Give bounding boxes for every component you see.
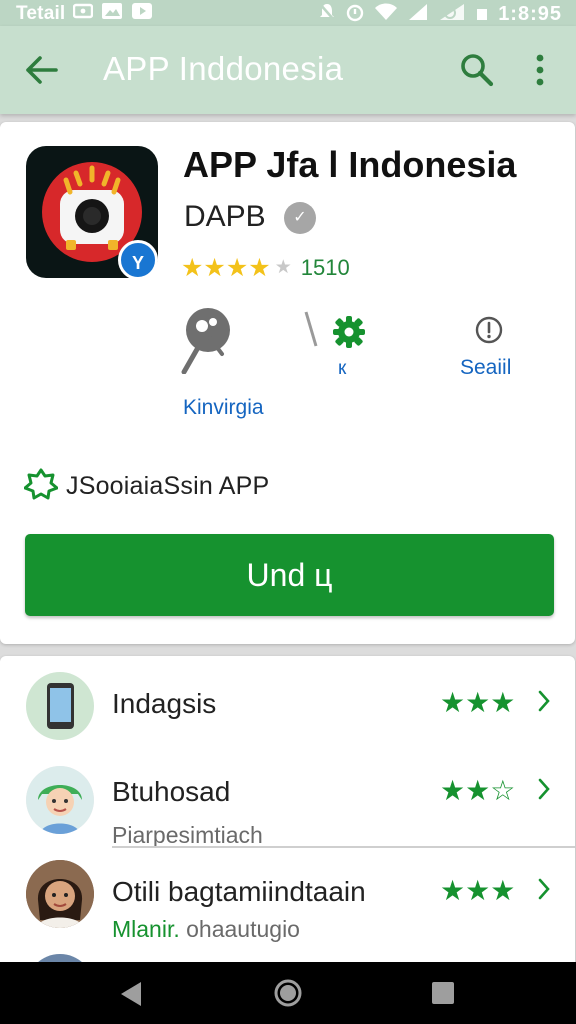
- verified-badge-icon: ✓: [284, 202, 316, 234]
- app-bar: APP Inddonesia: [0, 26, 576, 114]
- app-badge: Y: [118, 240, 158, 280]
- app-title: APP Jfa l Indonesia: [183, 144, 517, 185]
- action-label[interactable]: Kinvirgia: [183, 396, 264, 420]
- list-item-title: Btuhosad: [112, 776, 231, 807]
- list-item-rating: ★★★: [440, 875, 516, 906]
- back-triangle-icon[interactable]: [118, 980, 144, 1013]
- star-icon: ★: [248, 254, 271, 282]
- list-item[interactable]: Otili bagtamiindtaain Mlanir. ohaautugio…: [0, 856, 575, 956]
- list-item[interactable]: Indagsis ★★★: [0, 656, 575, 756]
- avatar-green-hair: [26, 766, 94, 834]
- photo-icon: [101, 2, 123, 25]
- back-arrow-icon[interactable]: [22, 52, 62, 88]
- more-vert-icon[interactable]: [528, 50, 552, 90]
- related-apps-list: Indagsis ★★★ Btuhosad Piarpesimtiach ★★☆: [0, 656, 575, 976]
- list-item-subtitle: Mlanir. ohaautugio: [112, 916, 300, 942]
- rating-count: 1510: [300, 255, 350, 280]
- search-icon[interactable]: [458, 51, 496, 89]
- feature-text: JSooiaiaSsin APP: [66, 472, 270, 500]
- status-bar: Tetail 1:8:95: [0, 0, 576, 26]
- list-item-title: Otili bagtamiindtaain: [112, 876, 366, 907]
- mascot-icon[interactable]: [180, 308, 236, 375]
- puzzle-leaf-icon: [23, 468, 59, 505]
- list-item-title: Indagsis: [112, 688, 217, 719]
- no-sim-icon: [438, 3, 466, 26]
- list-item-rating: ★★☆: [440, 775, 516, 806]
- app-detail-card: Y APP Jfa l Indonesia DAPB ✓ ★ ★ ★ ★ ★ 1…: [0, 122, 575, 644]
- battery-icon: [476, 3, 488, 26]
- info-icon[interactable]: [475, 316, 503, 344]
- recents-square-icon[interactable]: [430, 980, 456, 1011]
- list-item[interactable]: Btuhosad Piarpesimtiach ★★☆: [0, 756, 575, 856]
- phone-icon: [26, 672, 94, 740]
- chevron-right-icon[interactable]: [537, 878, 551, 900]
- mail-icon: [73, 3, 94, 24]
- mute-icon: [318, 2, 336, 27]
- play-icon: [131, 2, 153, 25]
- rating-row: ★ ★ ★ ★ ★ 1510: [181, 255, 350, 281]
- developer-name[interactable]: DAPB: [184, 200, 266, 234]
- list-item-subtitle: Piarpesimtiach: [112, 822, 263, 848]
- slash-icon: [302, 310, 322, 350]
- action-label[interactable]: к: [338, 358, 346, 380]
- install-button[interactable]: Und ц: [25, 534, 554, 616]
- page-title: APP Inddonesia: [103, 50, 344, 87]
- clock-time: 1:8:95: [498, 3, 562, 25]
- home-circle-icon[interactable]: [273, 978, 303, 1013]
- chevron-right-icon[interactable]: [537, 778, 551, 800]
- feature-row: JSooiaiaSsin APP: [23, 468, 270, 505]
- signal-icon: [408, 3, 428, 26]
- carrier-label: Tetail: [16, 2, 66, 24]
- list-item-rating: ★★★: [440, 687, 516, 718]
- wifi-icon: [374, 3, 398, 26]
- gear-icon[interactable]: [331, 314, 367, 350]
- star-icon: ★: [181, 254, 204, 282]
- star-icon: ★: [203, 254, 226, 282]
- divider: [112, 846, 575, 848]
- system-nav-bar: [0, 962, 576, 1024]
- star-icon: ★: [225, 254, 249, 282]
- action-label[interactable]: Seaiil: [460, 356, 511, 380]
- avatar-woman: [26, 860, 94, 928]
- chevron-right-icon[interactable]: [537, 690, 551, 712]
- star-empty-icon: ★: [274, 257, 292, 278]
- alarm-icon: [346, 2, 364, 27]
